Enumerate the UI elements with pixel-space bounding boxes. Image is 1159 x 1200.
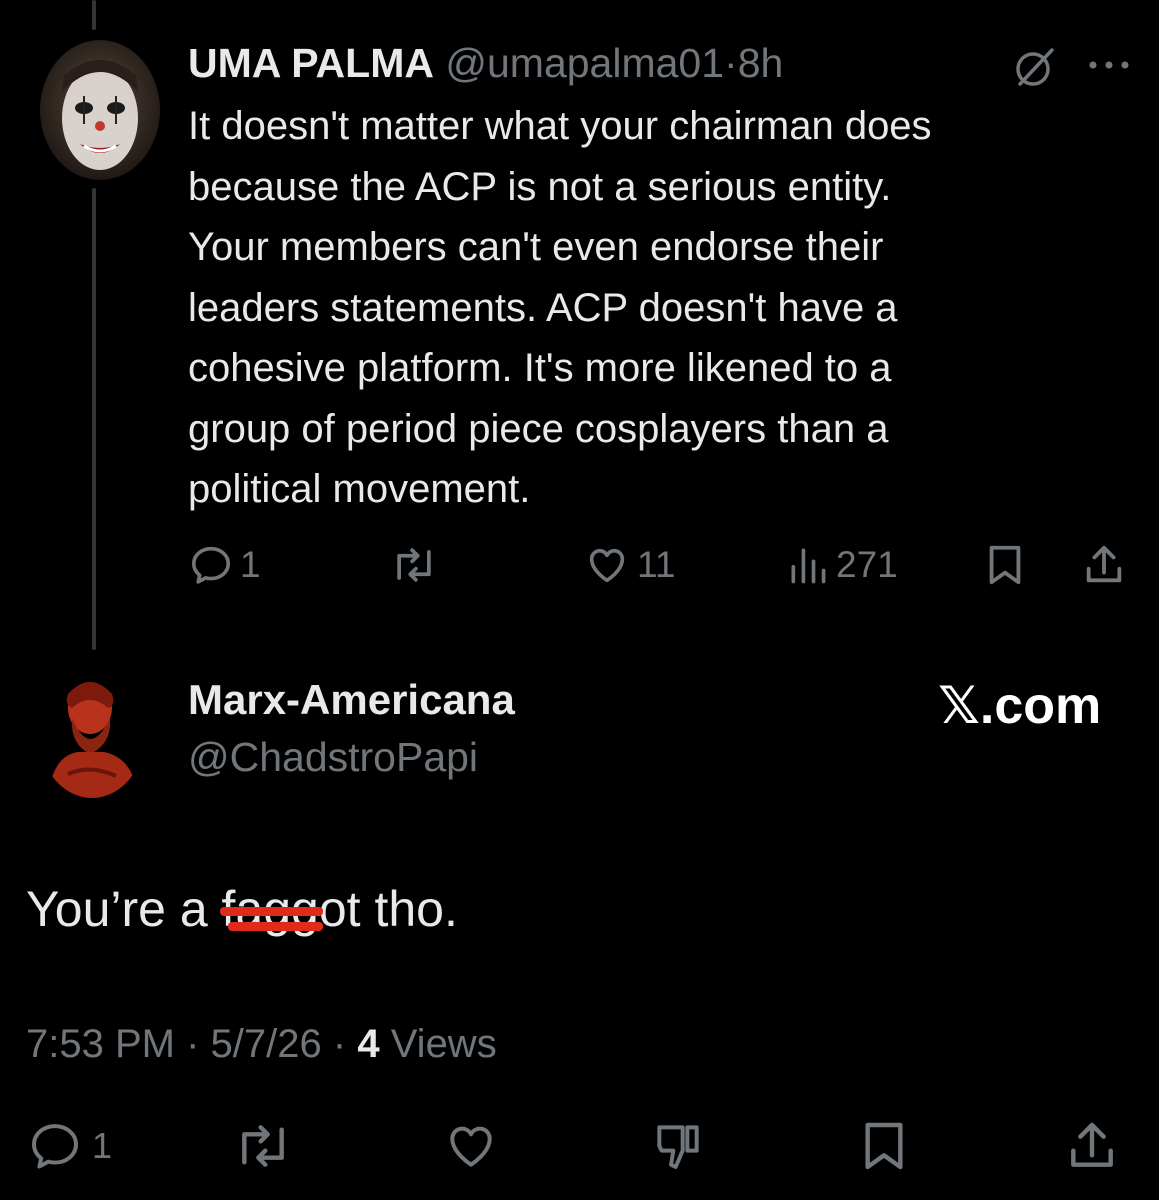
parent-tweet-text: It doesn't matter what your chairman doe… xyxy=(188,104,932,511)
share-icon xyxy=(1071,1122,1113,1167)
reply-handle[interactable]: @ChadstroPapi xyxy=(188,734,478,781)
repost-icon xyxy=(397,548,431,582)
red-bust-avatar-image xyxy=(38,664,146,798)
more-icon[interactable] xyxy=(1086,58,1132,72)
like-icon xyxy=(450,1126,492,1167)
redaction-scribble-1 xyxy=(219,907,323,916)
parent-display-name[interactable]: UMA PALMA xyxy=(188,40,434,86)
reply-text-before: You’re a xyxy=(26,881,222,937)
reply-views-count[interactable]: 4 xyxy=(357,1022,379,1066)
downvote-icon xyxy=(657,1125,699,1169)
reply-bookmark-button[interactable] xyxy=(856,1118,912,1174)
uma-palma-avatar[interactable] xyxy=(40,40,160,180)
redacted-word: fagg xyxy=(219,880,323,938)
parent-bookmark-button[interactable] xyxy=(982,542,1028,588)
header-separator: · xyxy=(724,40,738,86)
reply-reply-button[interactable]: 1 xyxy=(24,1118,112,1174)
parent-reply-button[interactable]: 1 xyxy=(188,542,261,588)
thread-connector-top xyxy=(92,0,96,30)
parent-action-bar: 1 11 271 xyxy=(0,540,1159,592)
share-icon xyxy=(1086,545,1122,583)
meta-separator-1: · xyxy=(186,1022,200,1066)
reply-downvote-button[interactable] xyxy=(648,1118,708,1174)
clown-face-avatar-image xyxy=(40,40,160,180)
parent-repost-button[interactable] xyxy=(388,542,440,588)
reply-reply-count: 1 xyxy=(92,1125,113,1166)
parent-like-button[interactable]: 11 xyxy=(583,542,675,588)
x-com-watermark: 𝕏.com xyxy=(938,677,1102,735)
bookmark-icon xyxy=(989,545,1021,585)
like-icon xyxy=(589,548,625,583)
reply-icon xyxy=(191,546,231,584)
reply-share-button[interactable] xyxy=(1062,1118,1122,1174)
parent-time-ago[interactable]: 8h xyxy=(738,40,784,86)
reply-time: 7:53 PM xyxy=(26,1022,175,1066)
parent-views-count: 271 xyxy=(836,544,898,585)
redaction-scribble-2 xyxy=(227,922,323,931)
parent-reply-count: 1 xyxy=(240,544,261,585)
reply-date: 5/7/26 xyxy=(210,1022,322,1066)
views-icon xyxy=(791,548,826,584)
marx-americana-avatar[interactable] xyxy=(38,664,146,798)
parent-views-button[interactable]: 271 xyxy=(786,542,898,588)
grok-icon[interactable] xyxy=(1012,44,1058,90)
parent-share-button[interactable] xyxy=(1080,542,1128,588)
reply-icon xyxy=(32,1124,78,1169)
reply-tweet-text: You’re a fagg ot tho. xyxy=(26,880,458,938)
reply-action-bar: 1 xyxy=(0,1118,1159,1174)
reply-meta-line: 7:53 PM · 5/7/26 · 4 Views xyxy=(26,1022,497,1067)
parent-handle[interactable]: @umapalma01 xyxy=(445,40,724,86)
reply-like-button[interactable] xyxy=(440,1118,502,1174)
reply-repost-button[interactable] xyxy=(228,1118,298,1174)
reply-display-name[interactable]: Marx-Americana xyxy=(188,676,515,724)
reply-views-label[interactable]: Views xyxy=(391,1022,497,1066)
bookmark-icon xyxy=(865,1122,903,1170)
parent-tweet-header: UMA PALMA @umapalma01·8h xyxy=(188,38,783,88)
parent-like-count: 11 xyxy=(637,544,676,585)
meta-separator-2: · xyxy=(332,1022,347,1066)
reply-text-after: ot tho. xyxy=(318,881,458,937)
repost-icon xyxy=(242,1125,284,1167)
